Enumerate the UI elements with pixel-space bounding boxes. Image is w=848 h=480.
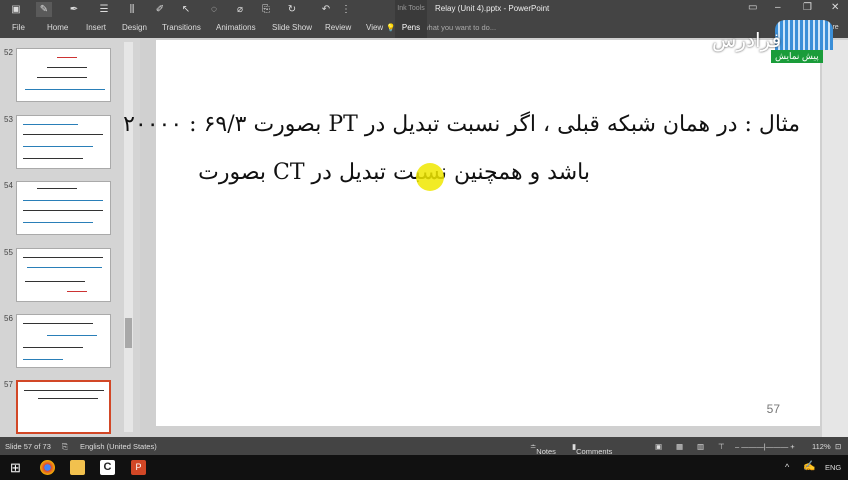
tab-slide-show[interactable]: Slide Show	[272, 23, 312, 32]
lasso-icon[interactable]: ◌	[206, 2, 222, 17]
slide-thumbnail-53[interactable]	[16, 115, 111, 169]
notes-button[interactable]: ≐ Notes	[530, 442, 556, 456]
thumbnail-number: 54	[4, 181, 13, 190]
slide-sorter-icon[interactable]: ▦	[676, 442, 683, 451]
slide-scrollbar[interactable]	[822, 40, 848, 437]
taskbar: ⊞ C P ^ ✍ ENG	[0, 455, 848, 480]
file-explorer-icon[interactable]	[70, 460, 85, 475]
slide-thumbnail-52[interactable]	[16, 48, 111, 102]
fit-slide-icon[interactable]: ⊡	[835, 442, 841, 451]
show-hidden-icons[interactable]: ^	[785, 462, 789, 472]
customize-qat-icon[interactable]: ⋮	[338, 2, 354, 17]
slideshow-view-icon[interactable]: ⊤	[718, 442, 725, 451]
reading-view-icon[interactable]: ▥	[697, 442, 704, 451]
slide-thumbnail-54[interactable]	[16, 181, 111, 235]
input-language[interactable]: ENG	[825, 463, 841, 472]
powerpoint-icon[interactable]: P	[131, 460, 146, 475]
comments-button[interactable]: ▮ Comments	[572, 442, 612, 456]
slide-thumbnail-panel: 52 53 54 55 56 57	[0, 38, 140, 437]
line-weight-icon[interactable]: ☰	[96, 2, 112, 17]
camtasia-icon[interactable]: C	[100, 460, 115, 475]
language-status[interactable]: English (United States)	[80, 442, 157, 451]
tab-insert[interactable]: Insert	[86, 23, 106, 32]
slide-thumbnail-55[interactable]	[16, 248, 111, 302]
zoom-level[interactable]: 112%	[812, 442, 831, 451]
preview-badge: پیش نمایش	[771, 50, 823, 63]
ribbon-display-icon[interactable]: ▭	[748, 2, 757, 13]
tab-transitions[interactable]: Transitions	[162, 23, 201, 32]
pen-icon[interactable]: ✎	[36, 2, 52, 17]
normal-view-icon[interactable]: ▣	[655, 442, 662, 451]
slide-text-line-2: باشد و همچنین نسبت تبدیل در CT بصورت	[198, 160, 590, 185]
faradars-logo-icon	[775, 20, 833, 50]
zoom-slider[interactable]: – ———|——— +	[735, 442, 795, 451]
slide-page-number: 57	[766, 402, 780, 416]
watermark-brand: فرادرس	[712, 28, 782, 52]
pen-color-icon[interactable]: ✒	[66, 2, 82, 17]
thumbnail-number: 57	[4, 380, 13, 389]
tab-animations[interactable]: Animations	[216, 23, 256, 32]
select-icon[interactable]: ↖	[178, 2, 194, 17]
tab-review[interactable]: Review	[325, 23, 351, 32]
thumbnail-number: 55	[4, 248, 13, 257]
slide-canvas[interactable]: مثال : در همان شبکه قبلی ، اگر نسبت تبدی…	[123, 40, 820, 426]
pen-workspace-icon[interactable]: ✍	[803, 461, 815, 472]
convert-icon[interactable]: ⎘	[258, 2, 274, 17]
slide-thumbnail-57[interactable]	[16, 380, 111, 434]
restore-icon[interactable]: ❐	[803, 2, 812, 13]
undo-icon[interactable]: ↶	[318, 2, 334, 17]
highlighter-icon[interactable]: ✐	[152, 2, 168, 17]
laser-pointer-highlight	[416, 163, 444, 191]
tab-file[interactable]: File	[12, 23, 25, 32]
chrome-icon[interactable]	[40, 460, 55, 475]
thumbnail-number: 53	[4, 115, 13, 124]
redo-icon[interactable]: ↻	[284, 2, 300, 17]
pens-gallery-icon[interactable]: ⫼	[124, 2, 140, 17]
close-icon[interactable]: ✕	[831, 2, 839, 13]
thumbnail-scroll-thumb[interactable]	[125, 318, 132, 348]
tab-pens[interactable]: Pens	[395, 19, 427, 38]
spellcheck-icon[interactable]: ⎘	[62, 442, 68, 452]
tab-home[interactable]: Home	[47, 23, 68, 32]
tab-view[interactable]: View	[366, 23, 383, 32]
tab-design[interactable]: Design	[122, 23, 147, 32]
window-title: Relay (Unit 4).pptx - PowerPoint	[435, 4, 550, 13]
save-icon[interactable]: ▣	[8, 2, 24, 17]
start-icon[interactable]: ⊞	[10, 460, 25, 475]
thumbnail-scrollbar[interactable]	[124, 42, 133, 432]
slide-counter: Slide 57 of 73	[5, 442, 51, 451]
slide-text-line-1: مثال : در همان شبکه قبلی ، اگر نسبت تبدی…	[123, 112, 800, 137]
thumbnail-number: 52	[4, 48, 13, 57]
thumbnail-number: 56	[4, 314, 13, 323]
slide-thumbnail-56[interactable]	[16, 314, 111, 368]
minimize-icon[interactable]: –	[775, 2, 781, 13]
status-bar: Slide 57 of 73 ⎘ English (United States)…	[0, 437, 848, 456]
eraser-icon[interactable]: ⌀	[232, 2, 248, 17]
